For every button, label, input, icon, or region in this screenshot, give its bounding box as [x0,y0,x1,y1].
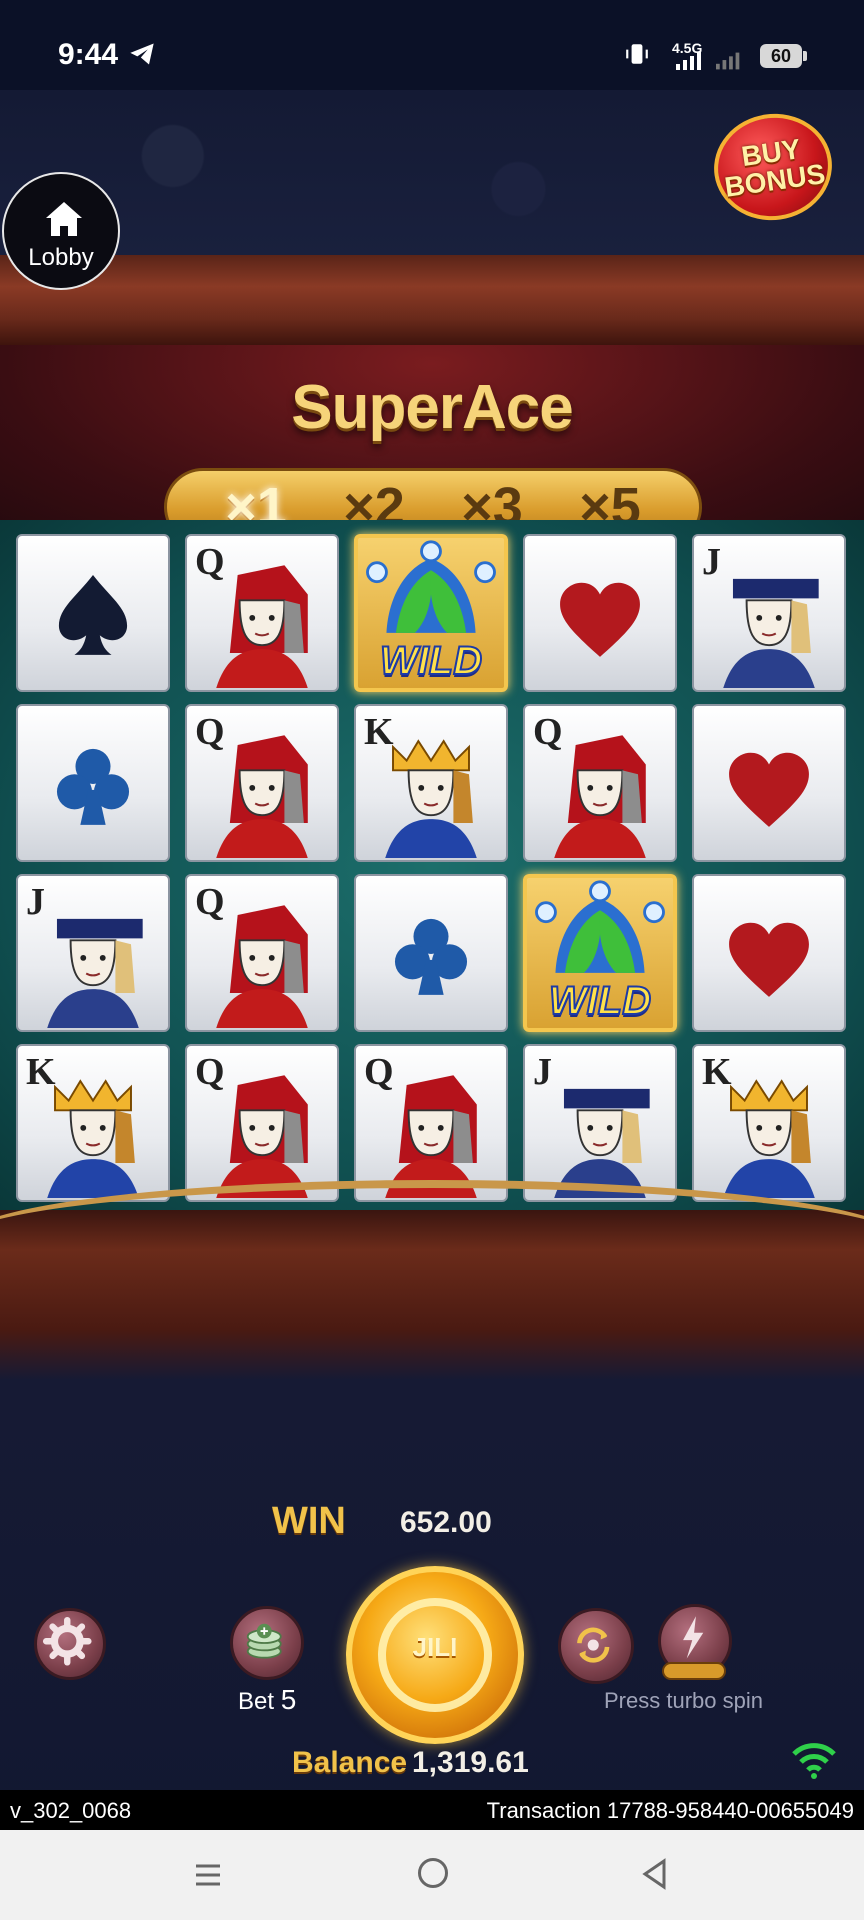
balance-value: 1,319.61 [412,1746,529,1779]
telegram-icon [130,43,154,65]
spin-button[interactable]: JILI [346,1566,524,1744]
card-q-face: Q [185,874,339,1032]
signal-icon [676,52,701,70]
heart-symbol [523,534,677,692]
wifi-icon [792,1743,836,1779]
wild-label: WILD [379,638,483,684]
chips-icon [246,1623,282,1659]
card-k-face: K [16,1044,170,1202]
turbo-hint: Press turbo spin [604,1688,763,1713]
card-rank: Q [195,1051,225,1093]
card-rank: Q [195,541,225,583]
wild-label: WILD [548,978,652,1024]
buy-bonus-line2: BONUS [722,157,828,203]
club-symbol-art [394,918,468,995]
card-rank: Q [533,711,563,753]
heart-symbol [692,704,846,862]
win-label: WIN [272,1500,346,1542]
card-k-face: K [354,704,508,862]
card-rank: Q [195,881,225,923]
game-title: SuperAce [291,373,573,442]
heart-symbol-art [560,582,640,657]
battery-icon: 60 [760,44,807,68]
system-nav-bar [0,1830,864,1920]
card-q-face: Q [185,704,339,862]
card-q-face: Q [354,1044,508,1202]
transaction-label: Transaction 17788-958440-00655049 [486,1798,854,1823]
bet-button[interactable] [230,1606,304,1680]
card-q-face: Q [185,1044,339,1202]
card-rank: Q [364,1051,394,1093]
home-nav-icon[interactable] [418,1858,448,1888]
spin-logo-text: JILI [412,1632,458,1662]
card-q-face: Q [523,704,677,862]
card-q-face: Q [185,534,339,692]
turbo-indicator [662,1662,726,1680]
game-footer: v_302_0068 Transaction 17788-958440-0065… [0,1790,864,1830]
heart-symbol-art [729,922,809,997]
status-bar: 9:44 4.5G 60 [0,0,864,90]
card-rank: K [702,1051,732,1093]
heart-symbol [692,874,846,1032]
win-value: 652.00 [400,1506,492,1539]
autoplay-icon [577,1627,610,1663]
spade-symbol [16,534,170,692]
autoplay-button[interactable] [558,1608,634,1684]
clock: 9:44 [58,38,119,71]
card-rank: K [364,711,394,753]
wild-symbol: WILD [523,874,677,1032]
card-rank: Q [195,711,225,753]
heart-symbol-art [729,752,809,827]
home-icon [46,202,82,236]
lobby-button[interactable]: Lobby [2,172,120,290]
card-j-face: J [523,1044,677,1202]
signal-icon [716,52,740,70]
lobby-label: Lobby [28,244,94,271]
card-rank: J [533,1051,552,1093]
back-icon[interactable] [640,1858,668,1890]
club-symbol [16,704,170,862]
vibrate-icon [626,44,648,64]
card-rank: J [26,881,45,923]
version-label: v_302_0068 [10,1798,132,1823]
card-k-face: K [692,1044,846,1202]
bet-value: 5 [280,1684,297,1715]
recent-apps-icon[interactable] [192,1860,224,1890]
balance-label: Balance [292,1746,408,1779]
gear-icon [42,1616,92,1666]
card-rank: J [702,541,721,583]
reel-grid: Q WILD J Q K Q J Q WILD K Q Q J K [16,534,848,1202]
club-symbol [354,874,508,1032]
bet-display: Bet 5 [238,1684,296,1716]
settings-button[interactable] [34,1608,106,1680]
wild-symbol: WILD [354,534,508,692]
wood-panel [0,255,864,345]
card-j-face: J [16,874,170,1032]
club-symbol-art [56,748,130,825]
card-j-face: J [692,534,846,692]
win-arc [0,1180,864,1300]
card-rank: K [26,1051,56,1093]
spade-symbol-art [58,574,128,655]
bet-label: Bet [238,1688,275,1715]
